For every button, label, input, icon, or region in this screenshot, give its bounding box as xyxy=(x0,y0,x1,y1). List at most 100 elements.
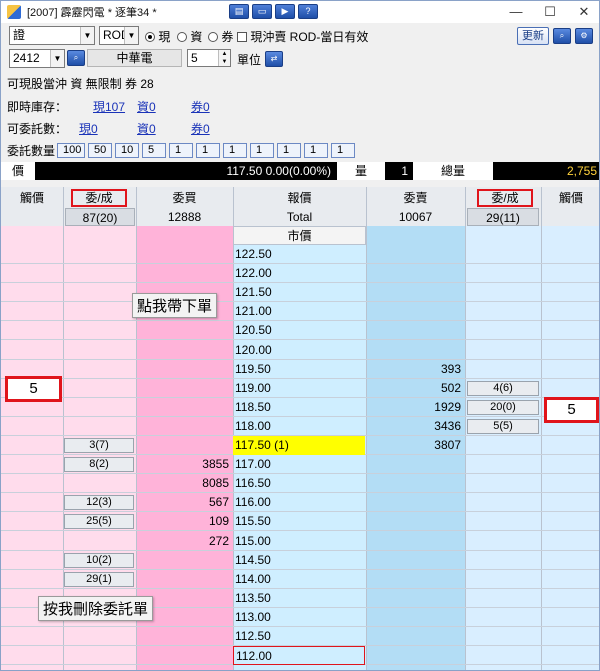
price-cell[interactable]: 113.00 xyxy=(233,608,365,627)
buy-order-button[interactable]: 29(1) xyxy=(64,572,134,587)
header-ask: 委賣 xyxy=(403,191,428,205)
trigger-right-column[interactable] xyxy=(541,226,599,670)
price-cell[interactable]: 112.50 xyxy=(233,627,365,646)
close-button[interactable]: ✕ xyxy=(567,1,599,23)
minimize-button[interactable]: — xyxy=(499,1,533,23)
price-cell[interactable]: 122.50 xyxy=(233,245,365,264)
bid-volume[interactable]: 567 xyxy=(137,493,231,512)
daytrade-info: 可現股當沖 資 無限制 券 28 xyxy=(7,77,154,91)
settings-icon[interactable]: ⚙ xyxy=(575,28,593,44)
help-icon[interactable]: ? xyxy=(298,4,318,19)
price-cell[interactable]: 116.50 xyxy=(233,474,365,493)
header-bid: 委買 xyxy=(172,191,197,205)
trading-window: [2007] 霹靂閃電 * 逐筆34 * ▤ ▭ ▶ ? — ☐ ✕ 證 ▼ R… xyxy=(0,0,600,671)
price-cell[interactable]: 114.00 xyxy=(233,570,365,589)
radio-cash-label: 現 xyxy=(158,30,171,44)
search-icon[interactable]: ⌕ xyxy=(553,28,571,44)
qty-button[interactable]: 50 xyxy=(88,142,113,158)
quantity-label: 委託數量 xyxy=(7,143,56,158)
buy-order-button[interactable]: 8(2) xyxy=(64,457,134,472)
radio-margin-label: 資 xyxy=(190,30,203,44)
orderable-short-link[interactable]: 券0 xyxy=(191,120,210,137)
buy-order-button[interactable]: 3(7) xyxy=(64,438,134,453)
qty-button[interactable]: 100 xyxy=(57,142,86,158)
daytrade-checkbox[interactable]: 現沖賣 ROD-當日有效 xyxy=(237,28,368,45)
radio-cash[interactable]: 現 xyxy=(145,28,170,45)
price-cell[interactable]: 118.50 xyxy=(233,398,365,417)
bid-volume[interactable]: 272 xyxy=(137,532,231,551)
account-select[interactable]: 證 ▼ xyxy=(9,26,95,45)
ask-volume[interactable]: 502 xyxy=(367,379,463,398)
volume-label: 量 xyxy=(337,162,385,180)
trigger-right-input[interactable]: 5 xyxy=(544,397,599,423)
lot-stepper[interactable]: 5 ▲ ▼ xyxy=(187,49,231,67)
price-cell[interactable]: 117.50 (1) xyxy=(233,436,365,455)
order-right-column[interactable] xyxy=(465,226,541,670)
total-label: 總量 xyxy=(413,162,493,180)
qty-button[interactable]: 10 xyxy=(115,142,140,158)
bid-volume[interactable]: 8085 xyxy=(137,474,231,493)
layout-icon[interactable]: ▤ xyxy=(229,4,249,19)
price-cell[interactable]: 114.50 xyxy=(233,551,365,570)
radio-margin[interactable]: 資 xyxy=(177,28,202,45)
market-price-button[interactable]: 市價 xyxy=(233,226,366,245)
price-cell[interactable]: 115.00 xyxy=(233,532,365,551)
order-type-select[interactable]: ROD ▼ xyxy=(99,26,139,45)
price-cell[interactable]: 116.00 xyxy=(233,493,365,512)
stock-code-select[interactable]: 2412 ▼ xyxy=(9,49,65,68)
price-cell[interactable]: 117.00 xyxy=(233,455,365,474)
qty-button[interactable]: 1 xyxy=(304,142,329,158)
qty-button[interactable]: 1 xyxy=(196,142,221,158)
price-cell[interactable]: 120.00 xyxy=(233,341,365,360)
buy-order-button[interactable]: 10(2) xyxy=(64,553,134,568)
qty-button[interactable]: 1 xyxy=(277,142,302,158)
price-cell[interactable]: 121.00 xyxy=(233,302,365,321)
ask-volume[interactable]: 393 xyxy=(367,360,463,379)
sell-order-button[interactable]: 4(6) xyxy=(467,381,539,396)
inventory-margin-link[interactable]: 資0 xyxy=(137,98,156,115)
title-bar: [2007] 霹靂閃電 * 逐筆34 * ▤ ▭ ▶ ? — ☐ ✕ xyxy=(1,1,599,23)
unit-toggle-icon[interactable]: ⇄ xyxy=(265,51,283,67)
stepper-arrows-icon[interactable]: ▲ ▼ xyxy=(218,50,230,66)
chevron-down-icon: ▼ xyxy=(50,50,64,67)
video-icon[interactable]: ▶ xyxy=(275,4,295,19)
inventory-cash-link[interactable]: 現107 xyxy=(93,98,125,115)
sell-order-button[interactable]: 5(5) xyxy=(467,419,539,434)
ask-volume[interactable]: 1929 xyxy=(367,398,463,417)
qty-button[interactable]: 1 xyxy=(223,142,248,158)
bid-volume[interactable]: 3855 xyxy=(137,455,231,474)
price-cell[interactable]: 120.50 xyxy=(233,321,365,340)
trigger-left-input[interactable]: 5 xyxy=(5,376,62,402)
title-toolbar: ▤ ▭ ▶ ? xyxy=(229,4,318,19)
qty-button[interactable]: 1 xyxy=(169,142,194,158)
update-button[interactable]: 更新 xyxy=(517,27,549,45)
price-cell[interactable]: 112.00 xyxy=(233,646,365,665)
price-cell[interactable]: 115.50 xyxy=(233,512,365,531)
orderable-cash-link[interactable]: 現0 xyxy=(79,120,98,137)
qty-button[interactable]: 5 xyxy=(142,142,167,158)
price-cell[interactable]: 119.50 xyxy=(233,360,365,379)
price-cell[interactable]: 113.50 xyxy=(233,589,365,608)
click-to-order-tooltip: 點我帶下單 xyxy=(132,293,218,318)
inventory-row: 即時庫存： 現107 資0 券0 xyxy=(7,98,267,114)
checkbox-icon xyxy=(237,32,247,42)
window-icon[interactable]: ▭ xyxy=(252,4,272,19)
maximize-button[interactable]: ☐ xyxy=(533,1,567,23)
qty-button[interactable]: 1 xyxy=(250,142,275,158)
buy-order-button[interactable]: 12(3) xyxy=(64,495,134,510)
qty-button[interactable]: 1 xyxy=(331,142,356,158)
price-cell[interactable]: 118.00 xyxy=(233,417,365,436)
sell-order-button[interactable]: 20(0) xyxy=(467,400,539,415)
stock-search-icon[interactable]: ⌕ xyxy=(67,50,85,66)
price-cell[interactable]: 121.50 xyxy=(233,283,365,302)
ask-volume[interactable]: 3807 xyxy=(367,436,463,455)
orderable-margin-link[interactable]: 資0 xyxy=(137,120,156,137)
inventory-short-link[interactable]: 券0 xyxy=(191,98,210,115)
orderable-label: 可委託數： xyxy=(7,122,68,136)
radio-short[interactable]: 券 xyxy=(208,28,233,45)
buy-order-button[interactable]: 25(5) xyxy=(64,514,134,529)
price-cell[interactable]: 122.00 xyxy=(233,264,365,283)
bid-volume[interactable]: 109 xyxy=(137,512,231,531)
ask-volume[interactable]: 3436 xyxy=(367,417,463,436)
price-cell[interactable]: 119.00 xyxy=(233,379,365,398)
